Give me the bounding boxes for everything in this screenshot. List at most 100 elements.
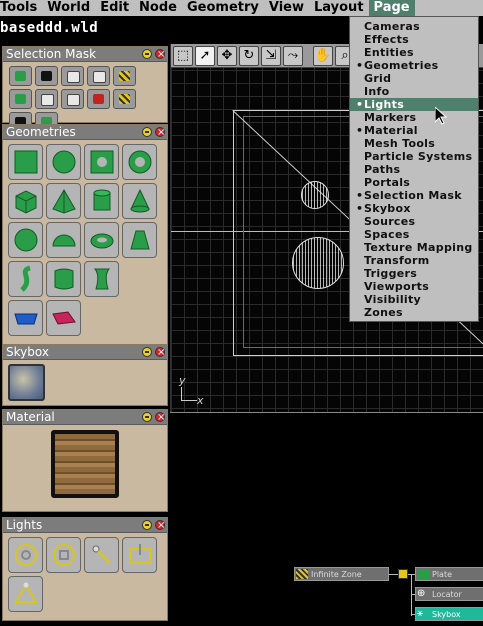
menu-item-lights[interactable]: • Lights	[350, 98, 478, 111]
small-sphere[interactable]	[301, 181, 329, 209]
expand-toggle-icon[interactable]	[398, 569, 408, 579]
menu-view[interactable]: View	[264, 0, 309, 16]
menu-item-mesh-tools[interactable]: Mesh Tools	[350, 137, 478, 150]
mask-portal-icon[interactable]	[9, 89, 32, 109]
mask-grid-icon[interactable]	[35, 89, 58, 109]
menu-item-zones[interactable]: Zones	[350, 306, 478, 319]
horizon-icon[interactable]	[46, 300, 81, 336]
menu-item-spaces[interactable]: Spaces	[350, 228, 478, 241]
menu-item-viewports[interactable]: Viewports	[350, 280, 478, 293]
pan-hand-icon[interactable]: ✋	[313, 45, 333, 66]
dome-icon[interactable]	[46, 222, 81, 258]
menu-item-entities[interactable]: Entities	[350, 46, 478, 59]
menu-item-effects[interactable]: Effects	[350, 33, 478, 46]
truncated-cone-icon[interactable]	[122, 222, 157, 258]
cube-light-icon[interactable]	[84, 537, 119, 573]
mask-zone-icon[interactable]	[113, 66, 136, 86]
checked-bullet-icon: •	[356, 124, 364, 137]
cone-light-icon[interactable]	[8, 576, 43, 612]
skybox-icon: ⚹	[417, 608, 423, 619]
menu-item-selection-mask[interactable]: • Selection Mask	[350, 189, 478, 202]
move-icon[interactable]: ✥	[217, 45, 237, 66]
scale-icon[interactable]: ⇲	[261, 45, 281, 66]
menu-bar: Tools World Edit Node Geometry View Layo…	[0, 0, 483, 16]
tube-icon[interactable]	[8, 261, 43, 297]
axis-y-label: y	[179, 374, 186, 387]
menu-item-grid[interactable]: Grid	[350, 72, 478, 85]
close-icon[interactable]	[155, 125, 165, 140]
spot-light-icon[interactable]	[122, 537, 157, 573]
revolution-icon[interactable]	[84, 261, 119, 297]
menu-node[interactable]: Node	[134, 0, 182, 16]
disk-icon[interactable]	[46, 144, 81, 180]
torus-icon[interactable]	[84, 222, 119, 258]
large-sphere[interactable]	[292, 237, 344, 289]
close-icon[interactable]	[155, 47, 165, 62]
mask-geometry-icon[interactable]	[9, 66, 32, 86]
scene-graph-area[interactable]: Infinite Zone Plate ⊕ Locator ⚹ Skybox	[170, 412, 483, 626]
mask-trigger-icon[interactable]	[87, 89, 110, 109]
node-skybox[interactable]: ⚹ Skybox	[415, 607, 483, 621]
lights-title: Lights	[6, 518, 43, 532]
menu-item-skybox[interactable]: • Skybox	[350, 202, 478, 215]
minimize-icon[interactable]	[142, 520, 152, 530]
skybox-title: Skybox	[6, 345, 49, 359]
menu-item-triggers[interactable]: Triggers	[350, 267, 478, 280]
close-icon[interactable]	[155, 345, 165, 360]
plate-icon	[417, 569, 429, 579]
skybox-texture-thumbnail[interactable]	[8, 364, 45, 401]
minimize-icon[interactable]	[142, 49, 152, 59]
menu-item-geometries[interactable]: • Geometries	[350, 59, 478, 72]
material-texture-thumbnail[interactable]	[51, 430, 119, 498]
menu-edit[interactable]: Edit	[95, 0, 134, 16]
menu-tools[interactable]: Tools	[0, 0, 42, 16]
node-plate[interactable]: Plate	[415, 567, 483, 581]
close-icon[interactable]	[155, 518, 165, 533]
mask-locator-icon[interactable]	[61, 89, 84, 109]
lights-grid	[3, 533, 167, 616]
pointer-icon[interactable]: ➚	[195, 45, 215, 66]
menu-item-paths[interactable]: Paths	[350, 163, 478, 176]
menu-item-visibility[interactable]: Visibility	[350, 293, 478, 306]
select-box-icon[interactable]: ⬚	[173, 45, 193, 66]
menu-geometry[interactable]: Geometry	[182, 0, 264, 16]
infinite-light-icon[interactable]	[8, 537, 43, 573]
menu-item-transform[interactable]: Transform	[350, 254, 478, 267]
menu-item-cameras[interactable]: Cameras	[350, 20, 478, 33]
menu-world[interactable]: World	[42, 0, 95, 16]
menu-item-sources[interactable]: Sources	[350, 215, 478, 228]
pyramid-icon[interactable]	[46, 183, 81, 219]
menu-item-material[interactable]: • Material	[350, 124, 478, 137]
menu-item-portals[interactable]: Portals	[350, 176, 478, 189]
box-icon[interactable]	[8, 183, 43, 219]
mask-camera-icon[interactable]	[61, 66, 84, 86]
menu-item-particle-systems[interactable]: Particle Systems	[350, 150, 478, 163]
menu-layout[interactable]: Layout	[309, 0, 369, 16]
mask-entity-icon[interactable]	[35, 66, 58, 86]
minimize-icon[interactable]	[142, 127, 152, 137]
hole-icon[interactable]	[84, 144, 119, 180]
cone-icon[interactable]	[122, 183, 157, 219]
sphere-icon[interactable]	[8, 222, 43, 258]
node-select-icon[interactable]: ⤳	[283, 45, 303, 66]
zone-icon	[296, 569, 308, 579]
plate-icon[interactable]	[8, 144, 43, 180]
extrusion-icon[interactable]	[46, 261, 81, 297]
water-icon[interactable]	[8, 300, 43, 336]
cylinder-icon[interactable]	[84, 183, 119, 219]
menu-item-markers[interactable]: Markers	[350, 111, 478, 124]
mask-light-icon[interactable]	[113, 89, 136, 109]
menu-item-texture-mapping[interactable]: Texture Mapping	[350, 241, 478, 254]
menu-page[interactable]: Page	[368, 0, 415, 16]
annulus-icon[interactable]	[122, 144, 157, 180]
empty-slot	[122, 261, 157, 297]
minimize-icon[interactable]	[142, 412, 152, 422]
close-icon[interactable]	[155, 410, 165, 425]
rotate-icon[interactable]: ↻	[239, 45, 259, 66]
mask-source-icon[interactable]	[87, 66, 110, 86]
minimize-icon[interactable]	[142, 347, 152, 357]
point-light-icon[interactable]	[46, 537, 81, 573]
node-locator[interactable]: ⊕ Locator	[415, 587, 483, 601]
menu-item-info[interactable]: Info	[350, 85, 478, 98]
node-infinite-zone[interactable]: Infinite Zone	[294, 567, 389, 581]
